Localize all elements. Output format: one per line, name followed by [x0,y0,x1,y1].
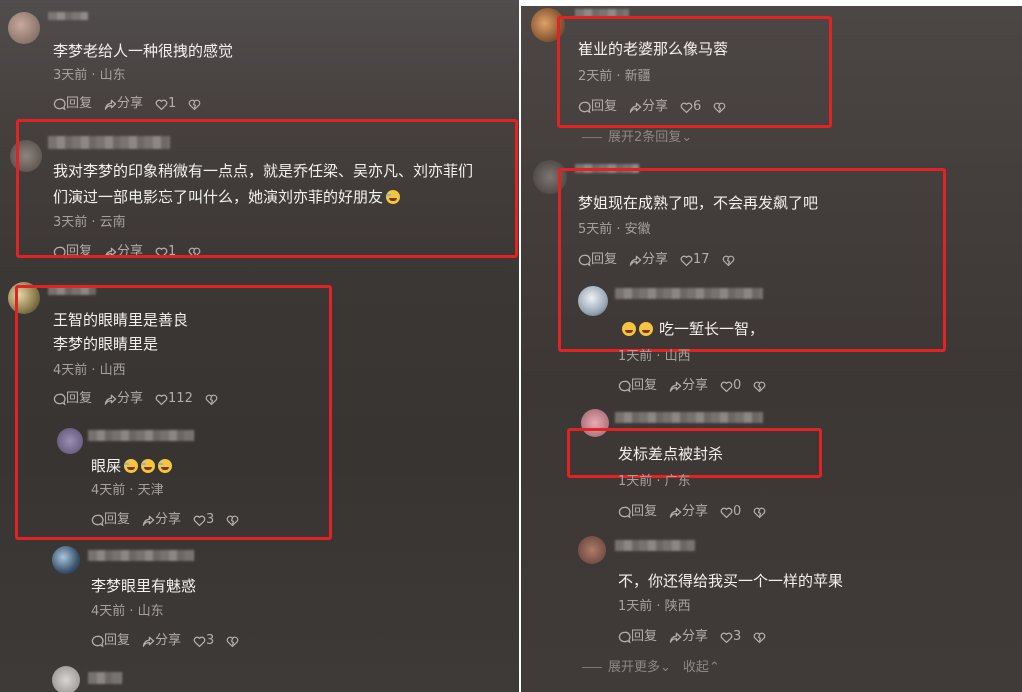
expand-more-link[interactable]: 展开更多⌄ [608,660,671,675]
reply-actions: 回复 分享 3 [618,628,766,646]
reply-icon [53,98,66,111]
username-blurred [88,672,122,684]
user-avatar[interactable] [52,666,80,692]
reply-meta: 1天前 · 陕西 [618,599,691,614]
username-blurred [615,412,763,423]
expand-replies-link[interactable]: 展开2条回复⌄ [582,129,692,147]
reply-icon [618,506,631,519]
username-blurred [615,540,695,551]
expand-controls: 展开更多⌄ 收起⌃ [582,659,720,677]
dislike-icon [753,631,766,644]
reply-actions: 回复 分享 0 [618,377,766,395]
heart-icon [720,506,733,519]
like-button[interactable]: 0 [720,503,741,521]
like-button[interactable]: 0 [720,377,741,395]
share-icon [669,506,682,519]
reply-button[interactable]: 回复 [618,503,657,521]
share-button[interactable]: 分享 [669,377,708,395]
reply-actions: 回复 分享 3 [91,632,239,650]
dislike-icon [188,98,201,111]
right-screenshot-panel: 崔业的老婆那么像马蓉 2天前 · 新疆 回复 分享 6 展开2条回复⌄ 梦姐现在… [521,6,1022,692]
reply-meta: 4天前 · 山东 [91,604,164,619]
highlight-box [558,168,946,352]
reply-button[interactable]: 回复 [53,95,92,113]
heart-icon [193,635,206,648]
share-icon [669,631,682,644]
dislike-icon [753,506,766,519]
dislike-button[interactable] [188,98,201,111]
highlight-box [567,428,822,478]
comment-meta: 3天前 · 山东 [53,68,126,83]
reply-text: 不，你还得给我买一个一样的苹果 [618,572,844,590]
user-avatar[interactable] [52,546,80,574]
chevron-down-icon: ⌄ [660,660,671,675]
chevron-up-icon: ⌃ [708,660,720,675]
reply-actions: 回复 分享 0 [618,503,766,521]
user-avatar[interactable] [8,12,40,44]
reply-icon [618,380,631,393]
reply-icon [618,631,631,644]
share-icon [669,380,682,393]
collapse-link[interactable]: 收起⌃ [683,660,720,675]
reply-button[interactable]: 回复 [91,632,130,650]
highlight-box [16,119,518,258]
dislike-button[interactable] [226,635,239,648]
dislike-icon [753,380,766,393]
reply-button[interactable]: 回复 [618,377,657,395]
comment-actions: 回复 分享 1 [53,95,201,113]
share-icon [142,635,155,648]
share-button[interactable]: 分享 [104,95,143,113]
comment-text: 李梦老给人一种很拽的感觉 [53,42,234,60]
reply-meta: 1天前 · 山西 [618,349,691,364]
share-icon [104,98,117,111]
like-button[interactable]: 3 [720,628,741,646]
heart-icon [155,98,168,111]
share-button[interactable]: 分享 [669,503,708,521]
user-avatar[interactable] [578,536,606,564]
username-blurred [48,12,88,20]
dislike-button[interactable] [753,631,766,644]
reply-icon [91,635,104,648]
reply-meta: 1天前 · 广东 [618,474,691,489]
share-button[interactable]: 分享 [669,628,708,646]
left-screenshot-panel: 李梦老给人一种很拽的感觉 3天前 · 山东 回复 分享 1 我对李梦的印象稍微有… [0,0,519,692]
reply-text: 李梦眼里有魅惑 [91,577,197,595]
like-button[interactable]: 3 [193,632,214,650]
share-button[interactable]: 分享 [142,632,181,650]
highlight-box [557,16,832,128]
reply-button[interactable]: 回复 [618,628,657,646]
dislike-button[interactable] [753,506,766,519]
username-blurred [88,550,194,561]
dislike-icon [226,635,239,648]
heart-icon [720,631,733,644]
chevron-down-icon: ⌄ [681,130,693,145]
like-button[interactable]: 1 [155,95,176,113]
dislike-button[interactable] [753,380,766,393]
highlight-box [15,285,332,540]
heart-icon [720,380,733,393]
